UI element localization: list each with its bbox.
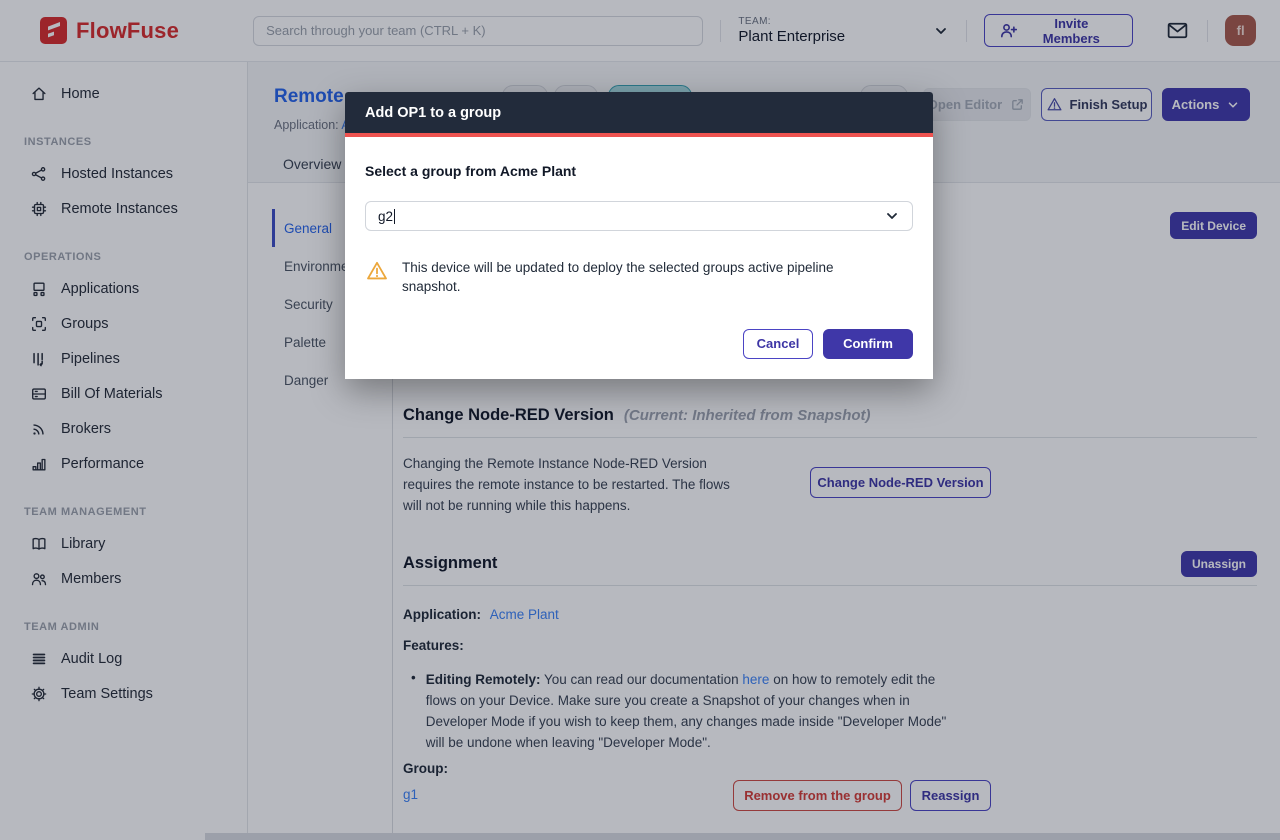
group-combobox-value: g2	[378, 209, 393, 224]
group-combobox[interactable]: g2	[365, 201, 913, 231]
warning-text: This device will be updated to deploy th…	[402, 259, 882, 297]
app-root: FlowFuse TEAM: Plant Enterprise Invite M…	[0, 0, 1280, 840]
chevron-down-icon	[884, 208, 900, 224]
text-caret	[394, 209, 395, 224]
modal-header: Add OP1 to a group	[345, 92, 933, 133]
modal-body: Select a group from Acme Plant g2 This d…	[345, 137, 933, 379]
modal-actions: Cancel Confirm	[365, 329, 913, 359]
group-select-label: Select a group from Acme Plant	[365, 163, 913, 179]
add-to-group-modal: Add OP1 to a group Select a group from A…	[345, 92, 933, 379]
confirm-button[interactable]: Confirm	[823, 329, 913, 359]
warning-message: This device will be updated to deploy th…	[365, 259, 913, 297]
cancel-button[interactable]: Cancel	[743, 329, 813, 359]
warning-triangle-icon	[365, 259, 389, 283]
modal-title: Add OP1 to a group	[365, 105, 501, 121]
